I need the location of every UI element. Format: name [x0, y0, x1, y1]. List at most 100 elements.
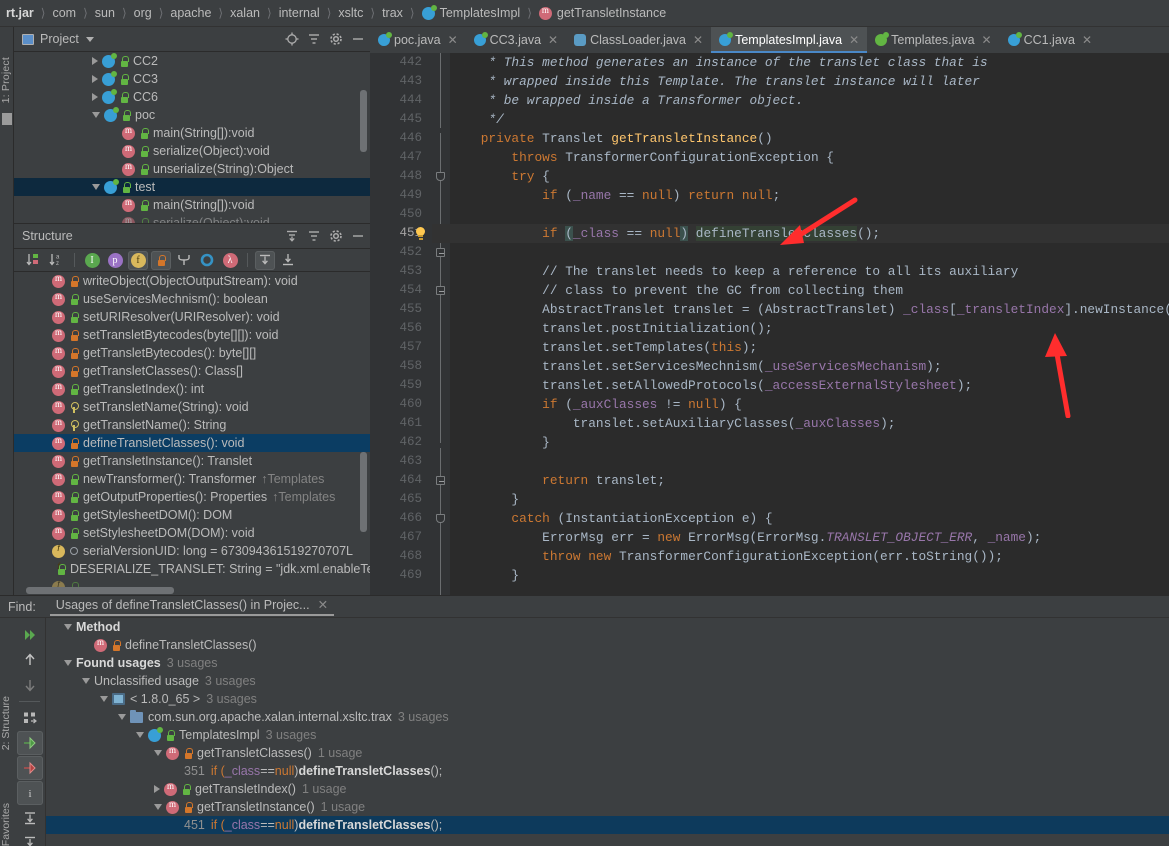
project-tree[interactable]: CC2 CC3 CC6 poc m main(String[]):void m … [14, 52, 370, 223]
tree-row[interactable]: CC3 [14, 70, 370, 88]
gear-icon[interactable] [326, 30, 346, 48]
editor-tab-templatesimpl[interactable]: TemplatesImpl.java ✕ [711, 27, 868, 53]
tree-row[interactable]: poc [14, 106, 370, 124]
code-line[interactable]: 449 if (_name == null) return null; [370, 186, 1169, 205]
code-line[interactable]: 455 AbstractTranslet translet = (Abstrac… [370, 300, 1169, 319]
show-info-icon[interactable]: i [17, 781, 43, 805]
chevron-down-icon[interactable] [92, 184, 100, 190]
tree-row[interactable]: serialize(Object):void [14, 142, 370, 160]
minimize-icon[interactable] [348, 227, 368, 245]
close-icon[interactable]: ✕ [448, 33, 458, 47]
group-methods-icon[interactable] [174, 251, 194, 270]
breadcrumb-item-xsltc[interactable]: xsltc [336, 6, 365, 20]
autoscroll-to-source-icon[interactable] [255, 250, 275, 270]
gear-icon[interactable] [326, 227, 346, 245]
code-line[interactable]: 452 [370, 243, 1169, 262]
code-line[interactable]: 465 } [370, 490, 1169, 509]
close-icon[interactable]: ✕ [693, 33, 703, 47]
structure-item[interactable]: getTransletInstance(): Translet [14, 452, 370, 470]
chevron-down-icon[interactable] [64, 624, 72, 630]
show-inherited-icon[interactable]: I [82, 251, 102, 270]
chevron-right-icon[interactable] [92, 75, 98, 83]
editor-tab-cc1[interactable]: CC1.java ✕ [1000, 27, 1100, 53]
structure-item-selected[interactable]: defineTransletClasses(): void [14, 434, 370, 452]
structure-item[interactable]: serialVersionUID: long = 673094361519270… [14, 542, 370, 560]
show-fields-icon[interactable]: f [128, 250, 148, 270]
code-line[interactable]: 454 // class to prevent the GC from coll… [370, 281, 1169, 523]
chevron-right-icon[interactable] [154, 785, 160, 793]
code-line[interactable]: 457 translet.setTemplates(this); [370, 338, 1169, 357]
close-icon[interactable]: ✕ [318, 597, 328, 612]
structure-list[interactable]: writeObject(ObjectOutputStream): void us… [14, 272, 370, 587]
code-line[interactable]: 444 * be wrapped inside a Transformer ob… [370, 91, 1169, 110]
structure-scrollbar-vertical[interactable] [360, 452, 367, 532]
find-row-method-group[interactable]: Method [46, 618, 1169, 636]
structure-item[interactable]: setTransletName(String): void [14, 398, 370, 416]
structure-item[interactable]: newTransformer(): Transformer ↑Templates [14, 470, 370, 488]
find-row-class[interactable]: TemplatesImpl 3 usages [46, 726, 1169, 744]
tree-row[interactable]: unserialize(String):Object [14, 160, 370, 178]
code-editor[interactable]: 442 * This method generates an instance … [370, 53, 1169, 595]
tree-row-selected[interactable]: test [14, 178, 370, 196]
code-line[interactable]: 445 */ [370, 110, 1169, 181]
find-row-method-gettransletindex[interactable]: getTransletIndex() 1 usage [46, 780, 1169, 798]
structure-item[interactable]: writeObject(ObjectOutputStream): void [14, 272, 370, 290]
code-line[interactable]: 464 return translet; [370, 471, 1169, 490]
chevron-down-icon[interactable] [82, 678, 90, 684]
code-line[interactable]: 450 [370, 205, 1169, 224]
editor-tab-templates[interactable]: Templates.java ✕ [867, 27, 999, 53]
find-results-tree[interactable]: Method defineTransletClasses() Found usa… [46, 618, 1169, 846]
expand-all-icon[interactable] [282, 227, 302, 245]
structure-item[interactable]: getTransletName(): String [14, 416, 370, 434]
code-line[interactable]: 468 throw new TransformerConfigurationEx… [370, 547, 1169, 566]
structure-item[interactable]: getTransletIndex(): int [14, 380, 370, 398]
breadcrumb-item-com[interactable]: com [50, 6, 78, 20]
code-line[interactable]: 460 if (_auxClasses != null) { [370, 395, 1169, 414]
code-line[interactable]: 442 * This method generates an instance … [370, 53, 1169, 72]
tree-row[interactable]: serialize(Object):void [14, 214, 370, 223]
code-line[interactable]: 446 private Translet getTransletInstance… [370, 129, 1169, 148]
code-line[interactable]: 461 translet.setAuxiliaryClasses(_auxCla… [370, 414, 1169, 433]
code-line[interactable]: 467 ErrorMsg err = new ErrorMsg(ErrorMsg… [370, 528, 1169, 547]
structure-item[interactable]: getTransletBytecodes(): byte[][] [14, 344, 370, 362]
find-row-method-gettransletinstance[interactable]: getTransletInstance() 1 usage [46, 798, 1169, 816]
sort-by-type-icon[interactable] [24, 251, 44, 270]
structure-scrollbar-horizontal[interactable] [26, 587, 174, 594]
next-occurrence-icon[interactable] [17, 673, 43, 697]
breadcrumb-item-sun[interactable]: sun [93, 6, 117, 20]
editor-tab-cc3[interactable]: CC3.java ✕ [466, 27, 566, 53]
structure-item[interactable]: setURIResolver(URIResolver): void [14, 308, 370, 326]
chevron-down-icon[interactable] [154, 804, 162, 810]
find-row-unclassified[interactable]: Unclassified usage 3 usages [46, 672, 1169, 690]
tree-row[interactable]: main(String[]):void [14, 196, 370, 214]
breadcrumb-item-org[interactable]: org [132, 6, 154, 20]
find-row-found-usages[interactable]: Found usages 3 usages [46, 654, 1169, 672]
minimize-icon[interactable] [348, 30, 368, 48]
close-icon[interactable]: ✕ [982, 33, 992, 47]
expand-all-icon[interactable] [17, 731, 43, 755]
tree-row[interactable]: CC2 [14, 52, 370, 70]
chevron-down-icon[interactable] [100, 696, 108, 702]
find-row-package[interactable]: com.sun.org.apache.xalan.internal.xsltc.… [46, 708, 1169, 726]
structure-item[interactable]: getStylesheetDOM(): DOM [14, 506, 370, 524]
code-line[interactable]: 466 catch (InstantiationException e) { [370, 509, 1169, 528]
chevron-down-icon[interactable] [154, 750, 162, 756]
breadcrumb-item-rtjar[interactable]: rt.jar [4, 6, 36, 20]
tool-window-icon[interactable] [2, 113, 12, 125]
show-non-public-icon[interactable] [151, 250, 171, 270]
editor-tab-classloader[interactable]: ClassLoader.java ✕ [566, 27, 711, 53]
previous-occurrence-icon[interactable] [17, 648, 43, 672]
code-line[interactable]: 469 } [370, 566, 1169, 585]
structure-item[interactable] [14, 578, 370, 587]
find-row-method[interactable]: defineTransletClasses() [46, 636, 1169, 654]
rerun-icon[interactable] [17, 623, 43, 647]
tree-row[interactable]: CC6 [14, 88, 370, 106]
structure-item[interactable]: getTransletClasses(): Class[] [14, 362, 370, 380]
chevron-down-icon[interactable] [92, 112, 100, 118]
autoscroll-from-source-icon[interactable] [17, 831, 43, 846]
show-properties-icon[interactable]: p [105, 251, 125, 270]
show-anonymous-icon[interactable] [197, 251, 217, 270]
find-row-usage-451-selected[interactable]: 451 if (_class == null) defineTransletCl… [46, 816, 1169, 834]
tool-window-button-structure[interactable]: 2: Structure [0, 696, 12, 750]
find-results-tab[interactable]: Usages of defineTransletClasses() in Pro… [49, 597, 335, 616]
